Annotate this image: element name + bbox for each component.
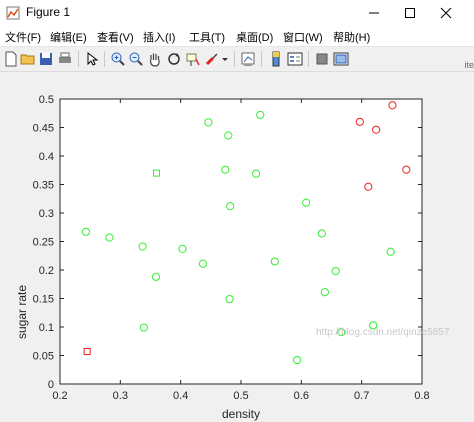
- y-tick-label: 0.35: [33, 180, 54, 192]
- toolbar-separator: [104, 51, 105, 67]
- select-arrow-icon[interactable]: [84, 51, 100, 67]
- zoom-out-icon[interactable]: [128, 51, 144, 67]
- x-tick-label: 0.2: [52, 390, 67, 402]
- window-title: Figure 1: [26, 5, 71, 19]
- x-tick-label: 0.6: [294, 390, 309, 402]
- x-tick-label: 0.4: [173, 390, 188, 402]
- toolbar-separator: [308, 51, 309, 67]
- minimize-icon: [369, 12, 379, 14]
- close-icon: [440, 7, 452, 19]
- y-tick-label: 0.4: [39, 151, 54, 163]
- y-axis-label: sugar rate: [15, 285, 29, 339]
- toolbar-separator: [234, 51, 235, 67]
- maximize-icon: [405, 8, 415, 18]
- watermark-text: http://blog.csdn.net/qinze5857: [316, 327, 450, 338]
- legend-icon[interactable]: [287, 51, 303, 67]
- menu-desktop[interactable]: 桌面(D): [236, 29, 273, 45]
- matlab-figure-icon: [6, 6, 20, 20]
- colorbar-icon[interactable]: [268, 51, 284, 67]
- x-tick-label: 0.8: [414, 390, 429, 402]
- close-button[interactable]: [428, 0, 464, 26]
- title-bar: Figure 1: [0, 0, 474, 26]
- link-plot-icon[interactable]: [240, 51, 256, 67]
- show-plot-tools-icon[interactable]: [333, 51, 349, 67]
- y-tick-label: 0.1: [39, 322, 54, 334]
- x-tick-label: 0.7: [354, 390, 369, 402]
- pan-hand-icon[interactable]: [147, 51, 163, 67]
- menu-file[interactable]: 文件(F): [5, 29, 41, 45]
- hide-plot-tools-icon[interactable]: [314, 51, 330, 67]
- toolbar-separator: [261, 51, 262, 67]
- x-axis-label: density: [222, 407, 260, 421]
- print-icon[interactable]: [57, 51, 73, 67]
- y-tick-label: 0: [48, 379, 54, 391]
- axes-background: [59, 98, 423, 385]
- maximize-button[interactable]: [392, 0, 428, 26]
- minimize-button[interactable]: [356, 0, 392, 26]
- menu-view[interactable]: 查看(V): [97, 29, 134, 45]
- y-tick-label: 0.5: [39, 94, 54, 106]
- y-tick-label: 0.05: [33, 351, 54, 363]
- zoom-in-icon[interactable]: [110, 51, 126, 67]
- data-cursor-icon[interactable]: [185, 51, 201, 67]
- y-tick-label: 0.2: [39, 265, 54, 277]
- rotate-3d-icon[interactable]: [166, 51, 182, 67]
- x-tick-label: 0.5: [233, 390, 248, 402]
- menu-bar: 文件(F) 编辑(E) 查看(V) 插入(I) 工具(T) 桌面(D) 窗口(W…: [0, 26, 474, 47]
- figure-canvas[interactable]: 0.2 0.3 0.4 0.5 0.6 0.7 0.8 0 0.05 0.1 0.15 0.2 0.2…: [0, 72, 474, 422]
- toolbar-separator: [78, 51, 79, 67]
- brush-dropdown-icon[interactable]: [221, 51, 229, 67]
- brush-icon[interactable]: [204, 51, 220, 67]
- y-tick-label: 0.45: [33, 123, 54, 135]
- y-tick-label: 0.25: [33, 237, 54, 249]
- x-tick-label: 0.3: [113, 390, 128, 402]
- menu-help[interactable]: 帮助(H): [333, 29, 370, 45]
- figure-toolbar: [0, 47, 474, 72]
- y-tick-label: 0.15: [33, 294, 54, 306]
- menu-edit[interactable]: 编辑(E): [50, 29, 87, 45]
- open-file-icon[interactable]: [20, 51, 36, 67]
- menu-tools[interactable]: 工具(T): [189, 29, 225, 45]
- menu-insert[interactable]: 插入(I): [143, 29, 175, 45]
- new-figure-icon[interactable]: [3, 51, 19, 67]
- clipped-side-text: ite: [464, 60, 474, 70]
- save-icon[interactable]: [38, 51, 54, 67]
- y-tick-label: 0.3: [39, 208, 54, 220]
- scatter-plot[interactable]: 0.2 0.3 0.4 0.5 0.6 0.7 0.8 0 0.05 0.1 0.15 0.2 0.2…: [0, 72, 474, 422]
- menu-window[interactable]: 窗口(W): [283, 29, 323, 45]
